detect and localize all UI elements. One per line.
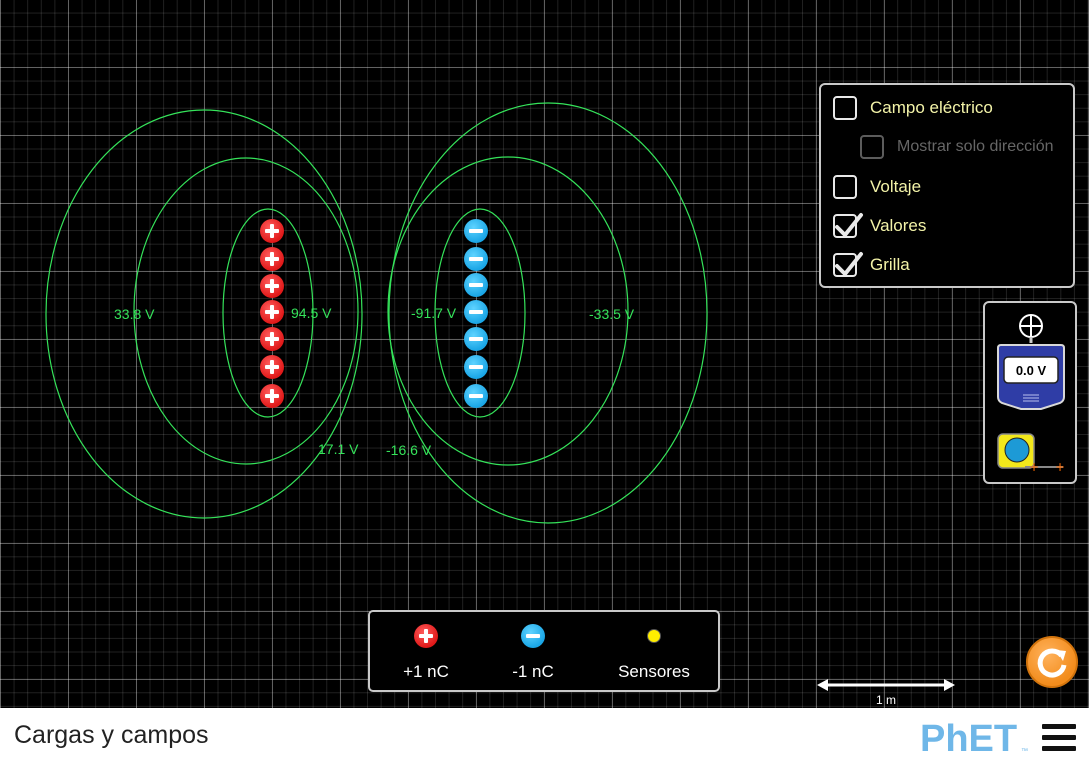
phet-logo[interactable]: PhET ™ [920,718,1030,756]
scale-arrow [817,679,955,691]
grid-checkbox[interactable] [833,252,863,277]
values-label: Valores [870,216,927,235]
equipotential-value-label: -91.7 V [411,305,457,321]
voltage-checkbox[interactable] [833,175,857,199]
equipotential-value-label: 17.1 V [318,441,359,457]
measuring-tape-icon[interactable]: + + [985,431,1075,481]
sensor-source[interactable] [647,629,661,643]
electric-field-option[interactable]: Campo eléctrico [833,96,993,120]
positive-charge[interactable] [260,274,284,298]
svg-text:PhET: PhET [920,718,1017,756]
voltage-label: Voltaje [870,177,922,196]
direction-only-label: Mostrar solo dirección [897,138,1054,155]
grid-option[interactable]: Grilla [833,252,910,277]
voltmeter-reading: 0.0 V [1015,363,1047,378]
positive-charge[interactable] [260,384,284,408]
negative-charge[interactable] [464,273,488,297]
reset-icon [1037,648,1067,678]
voltage-option[interactable]: Voltaje [833,175,921,199]
svg-text:+: + [1055,460,1065,474]
checkmark-icon [835,252,863,276]
values-option[interactable]: Valores [833,213,927,238]
negative-charge-source[interactable] [521,624,545,648]
negative-charge[interactable] [464,247,488,271]
negative-charge[interactable] [464,355,488,379]
negative-charge[interactable] [464,219,488,243]
crosshair-icon [1019,314,1043,343]
positive-charge-label: +1 nC [403,662,449,681]
sensors-label: Sensores [618,662,690,681]
equipotential-value-label: 94.5 V [291,305,332,321]
direction-only-option[interactable]: Mostrar solo dirección [860,135,1054,159]
simulation-area[interactable]: 33.8 V 94.5 V -91.7 V -33.5 V 17.1 V -16… [0,0,1089,708]
svg-text:+: + [1029,460,1039,474]
positive-charge-source[interactable] [414,624,438,648]
charge-tray: +1 nC -1 nC Sensores [368,610,720,692]
negative-charge-label: -1 nC [512,662,554,681]
positive-charge[interactable] [260,327,284,351]
scale-indicator: 1 m [816,677,956,707]
negative-charge[interactable] [464,327,488,351]
navigation-bar: Cargas y campos PhET ™ [0,708,1089,765]
values-checkbox[interactable] [833,213,863,238]
equipotential-value-label: 33.8 V [114,306,155,322]
control-panel: Campo eléctrico Mostrar solo dirección V… [819,83,1075,288]
equipotential-value-label: -16.6 V [386,442,432,458]
toolbox-panel: 0.0 V + + [983,301,1077,484]
positive-charge[interactable] [260,219,284,243]
negative-charge[interactable] [464,300,488,324]
svg-text:™: ™ [1021,748,1028,755]
direction-only-checkbox[interactable] [860,135,884,159]
sim-title: Cargas y campos [14,721,209,749]
checkmark-icon [835,213,863,237]
grid-label: Grilla [870,255,910,274]
hamburger-menu-icon[interactable] [1042,724,1076,752]
positive-charge[interactable] [260,355,284,379]
reset-all-button[interactable] [1026,636,1078,688]
positive-charge[interactable] [260,247,284,271]
equipotential-value-label: -33.5 V [589,306,635,322]
positive-charge[interactable] [260,300,284,324]
electric-field-checkbox[interactable] [833,96,857,120]
negative-charge[interactable] [464,384,488,408]
scale-label: 1 m [875,693,896,707]
electric-field-label: Campo eléctrico [870,98,993,117]
